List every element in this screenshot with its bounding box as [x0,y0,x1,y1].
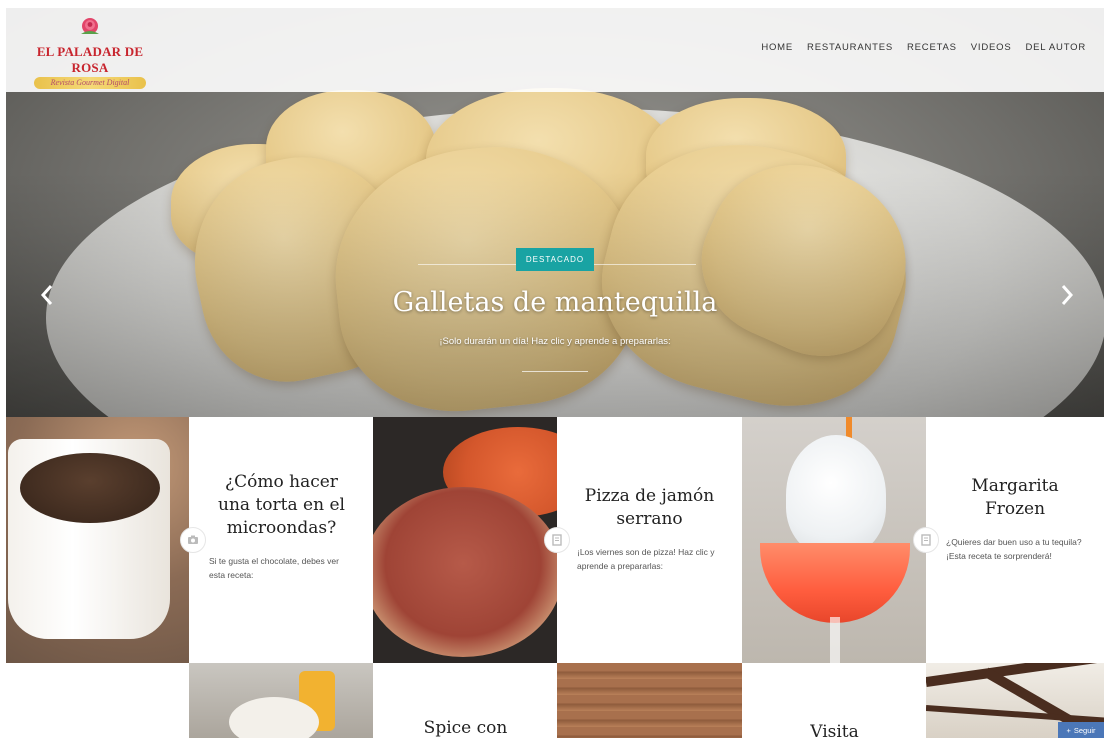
post-title[interactable]: Visita [762,721,907,738]
post-format-badge [180,527,206,553]
plus-icon: + [1066,725,1071,735]
post-image-wood[interactable] [557,663,742,738]
chocolate-cake-image [20,453,160,523]
nav-recetas[interactable]: RECETAS [907,42,957,53]
site-logo[interactable]: EL PALADAR DE ROSA Revista Gourmet Digit… [30,16,150,89]
main-nav: HOME RESTAURANTES RECETAS VIDEOS DEL AUT… [761,42,1086,53]
post-image-torta[interactable] [6,417,191,663]
brand-name: EL PALADAR DE ROSA [36,44,144,75]
nav-restaurantes[interactable]: RESTAURANTES [807,42,893,53]
post-card-visita[interactable]: Visita [742,663,927,738]
slider-next-button[interactable] [1056,278,1078,312]
nav-videos[interactable]: VIDEOS [971,42,1012,53]
post-card-pizza[interactable]: Pizza de jamón serrano ¡Los viernes son … [557,417,742,663]
frozen-ice-image [786,435,886,555]
document-icon [552,534,562,546]
post-card-blank [6,663,191,738]
rose-icon [81,18,99,34]
nav-home[interactable]: HOME [761,42,793,53]
chevron-left-icon [40,285,53,305]
post-format-badge [913,527,939,553]
hero-title[interactable]: Galletas de mantequilla [6,287,1104,318]
post-image-margarita[interactable] [742,417,927,663]
post-image-spice[interactable] [189,663,374,738]
follow-label: Seguir [1073,725,1096,735]
site-header: EL PALADAR DE ROSA Revista Gourmet Digit… [6,8,1104,92]
hero-underline [522,371,588,372]
post-excerpt: ¡Los viernes son de pizza! Haz clic y ap… [577,547,715,571]
slider-prev-button[interactable] [36,278,58,312]
hero-caption: DESTACADO Galletas de mantequilla ¡Solo … [6,248,1104,372]
post-format-badge [544,527,570,553]
camera-icon [188,535,198,544]
cocktail-glass-image [760,543,910,623]
post-title[interactable]: Spice con [393,717,538,738]
chevron-right-icon [1061,285,1074,305]
post-card-margarita[interactable]: Margarita Frozen ¿Quieres dar buen uso a… [926,417,1104,663]
post-card-spice[interactable]: Spice con [373,663,558,738]
post-title[interactable]: Margarita Frozen [946,475,1084,521]
post-card-torta[interactable]: ¿Cómo hacer una torta en el microondas? … [189,417,374,663]
serrano-pizza-image [373,487,558,657]
post-excerpt: ¿Quieres dar buen uso a tu tequila? ¡Est… [946,537,1082,561]
brand-tagline: Revista Gourmet Digital [50,78,130,87]
featured-badge[interactable]: DESTACADO [515,248,595,271]
post-title[interactable]: ¿Cómo hacer una torta en el microondas? [209,471,354,540]
hero-subtitle: ¡Solo durarán un día! Haz clic y aprende… [439,336,671,347]
document-icon [921,534,931,546]
follow-button[interactable]: + Seguir [1058,722,1104,738]
post-title[interactable]: Pizza de jamón serrano [577,485,722,531]
nav-del-autor[interactable]: DEL AUTOR [1025,42,1086,53]
post-image-pizza[interactable] [373,417,558,663]
post-excerpt: Si te gusta el chocolate, debes ver esta… [209,556,339,580]
glass-stem-image [830,617,840,663]
